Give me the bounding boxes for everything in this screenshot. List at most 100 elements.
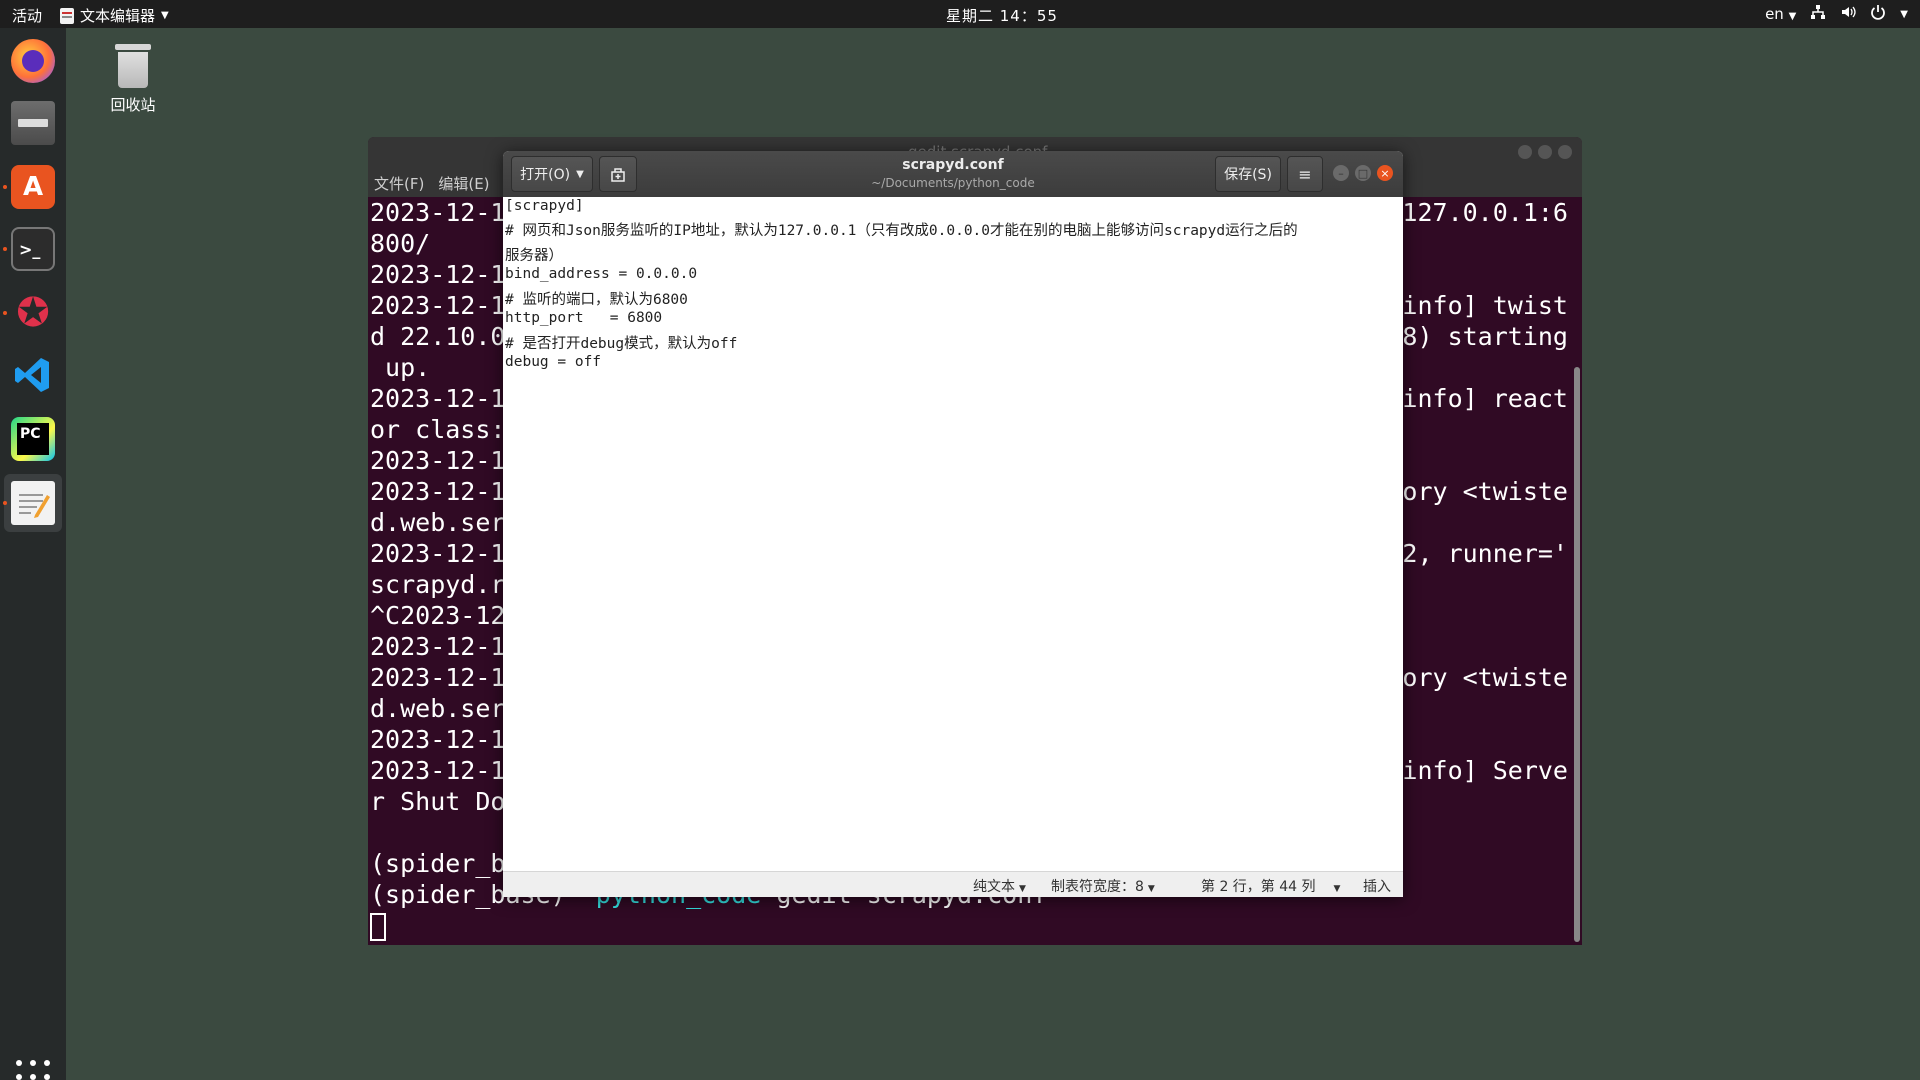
- running-indicator: [3, 501, 7, 505]
- chevron-down-icon[interactable]: ▼: [1900, 9, 1908, 20]
- terminal-output-right: 127.0.0.1:6 info] twist 8) starting info] r…: [1402, 197, 1568, 786]
- volume-icon[interactable]: [1840, 4, 1856, 24]
- editor-line: 服务器）: [505, 248, 563, 264]
- clock[interactable]: 星期二 14：55: [946, 5, 1058, 26]
- power-icon[interactable]: [1870, 4, 1886, 24]
- terminal-cursor: [370, 913, 386, 941]
- tab-width-label: 制表符宽度：8: [1051, 879, 1144, 895]
- minimize-icon[interactable]: –: [1333, 165, 1349, 181]
- close-icon[interactable]: ×: [1377, 165, 1393, 181]
- text-editor-area[interactable]: [scrapyd] # 网页和Json服务监听的IP地址，默认为127.0.0.…: [505, 197, 1401, 871]
- save-button-label: 保存(S): [1224, 167, 1272, 183]
- maximize-icon[interactable]: □: [1355, 165, 1371, 181]
- status-bar: 纯文本 ▼ 制表符宽度：8 ▼ 第 2 行，第 44 列 ▼ 插入: [503, 871, 1403, 897]
- terminal-menubar: 文件(F) 编辑(E) 查: [374, 173, 519, 194]
- show-applications-icon[interactable]: [16, 1060, 50, 1080]
- running-indicator: [3, 185, 7, 189]
- terminal-line: 2, runner=': [1402, 539, 1568, 568]
- maximize-icon[interactable]: [1538, 145, 1552, 159]
- cursor-position[interactable]: 第 2 行，第 44 列 ▼: [1201, 876, 1340, 896]
- terminal-line: ory <twiste: [1402, 477, 1568, 506]
- trash-label: 回收站: [110, 96, 156, 114]
- network-icon[interactable]: [1810, 4, 1826, 24]
- input-method-label: en: [1765, 5, 1784, 23]
- cursor-position-label: 第 2 行，第 44 列: [1201, 879, 1316, 895]
- dock-item-terminal[interactable]: >_: [3, 220, 62, 278]
- terminal-line: info] Serve: [1402, 756, 1568, 785]
- dock-item-firefox[interactable]: [4, 32, 62, 90]
- firefox-icon: [11, 39, 55, 83]
- terminal-line: 8) starting: [1402, 322, 1568, 351]
- close-icon[interactable]: [1558, 145, 1572, 159]
- tab-width-selector[interactable]: 制表符宽度：8 ▼: [1051, 876, 1155, 896]
- app-menu[interactable]: 文本编辑器 ▼: [60, 5, 169, 26]
- desktop-trash[interactable]: 回收站: [100, 44, 166, 115]
- dock-item-vscode[interactable]: [4, 346, 62, 404]
- system-tray[interactable]: en ▼ ▼: [1765, 4, 1908, 24]
- vscode-icon: [11, 353, 55, 397]
- running-indicator: [3, 311, 7, 315]
- editor-line: [scrapyd]: [505, 198, 584, 214]
- terminal-line: 127.0.0.1:6: [1402, 198, 1568, 227]
- hamburger-menu-button[interactable]: ≡: [1287, 156, 1323, 192]
- terminal-line: info] twist: [1402, 291, 1568, 320]
- terminal-icon: >_: [11, 227, 55, 271]
- terminal-cursor-line: [370, 910, 1570, 941]
- gedit-window[interactable]: 打开(O) ▼ scrapyd.conf ~/Documents/python_…: [503, 151, 1403, 897]
- top-bar: 活动 文本编辑器 ▼ 星期二 14：55 en ▼ ▼: [0, 0, 1920, 28]
- save-button[interactable]: 保存(S): [1215, 156, 1281, 192]
- gedit-headerbar: 打开(O) ▼ scrapyd.conf ~/Documents/python_…: [503, 151, 1403, 197]
- chevron-down-icon: ▼: [161, 10, 169, 21]
- language-label: 纯文本: [973, 879, 1015, 895]
- dock-item-app[interactable]: ✪: [3, 284, 62, 342]
- gedit-window-controls: – □ ×: [1333, 165, 1393, 181]
- insert-mode: 插入: [1363, 879, 1391, 895]
- text-editor-icon: [60, 7, 74, 24]
- text-editor-icon: [11, 481, 55, 525]
- input-method[interactable]: en ▼: [1765, 5, 1796, 23]
- editor-line: # 网页和Json服务监听的IP地址，默认为127.0.0.1（只有改成0.0.…: [505, 223, 1298, 239]
- editor-line: http_port = 6800: [505, 310, 663, 326]
- dock: A >_ ✪ PC: [0, 28, 66, 1080]
- trash-icon: [115, 44, 151, 88]
- chevron-down-icon: ▼: [1333, 884, 1341, 894]
- dock-item-text-editor[interactable]: [3, 474, 62, 532]
- pycharm-icon: PC: [11, 417, 55, 461]
- terminal-window-controls: [1518, 145, 1572, 159]
- dock-item-files[interactable]: [4, 94, 62, 152]
- chevron-down-icon: ▼: [1788, 11, 1797, 22]
- dock-item-pycharm[interactable]: PC: [4, 410, 62, 468]
- files-icon: [11, 101, 55, 145]
- language-selector[interactable]: 纯文本 ▼: [973, 876, 1026, 896]
- terminal-line: ory <twiste: [1402, 663, 1568, 692]
- menu-file[interactable]: 文件(F): [374, 173, 424, 194]
- software-center-icon: A: [11, 165, 55, 209]
- app-menu-label: 文本编辑器: [80, 7, 156, 25]
- editor-line: # 是否打开debug模式，默认为off: [505, 336, 738, 352]
- running-indicator: [3, 247, 7, 251]
- chevron-down-icon: ▼: [1019, 884, 1026, 894]
- minimize-icon[interactable]: [1518, 145, 1532, 159]
- dock-item-software-center[interactable]: A: [3, 158, 62, 216]
- star-app-icon: ✪: [16, 290, 50, 336]
- terminal-scrollbar[interactable]: [1574, 367, 1580, 942]
- hamburger-icon: ≡: [1298, 164, 1312, 184]
- editor-line: debug = off: [505, 354, 602, 370]
- activities-button[interactable]: 活动: [12, 5, 42, 26]
- editor-line: bind_address = 0.0.0.0: [505, 266, 698, 282]
- menu-edit[interactable]: 编辑(E): [438, 173, 489, 194]
- chevron-down-icon: ▼: [1147, 884, 1155, 894]
- editor-line: # 监听的端口，默认为6800: [505, 292, 688, 308]
- terminal-line: info] react: [1402, 384, 1568, 413]
